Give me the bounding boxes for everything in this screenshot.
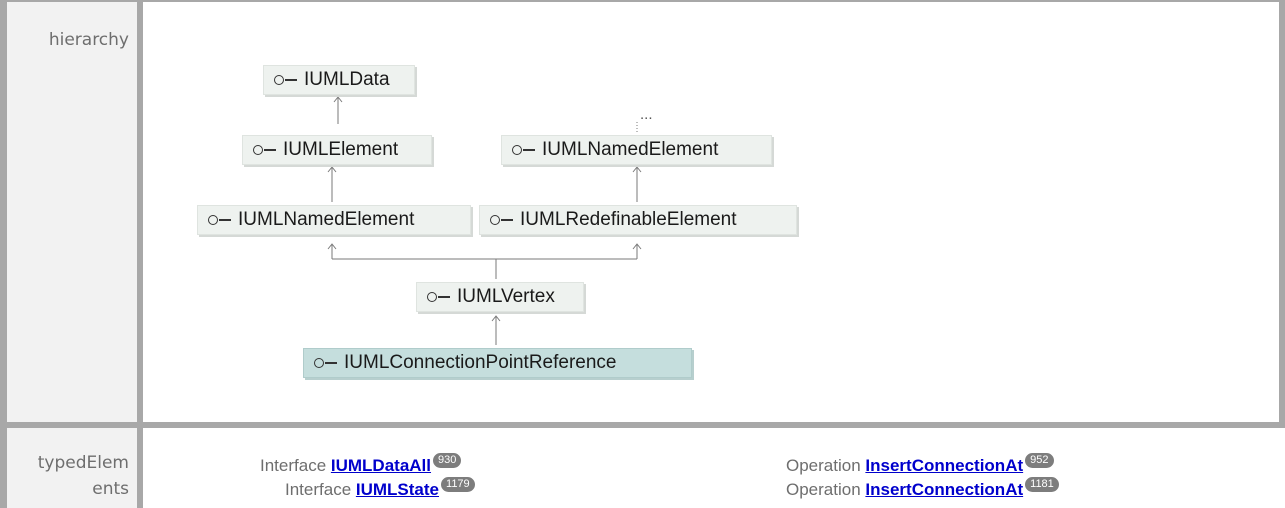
node-label: IUMLData <box>304 69 390 90</box>
node-label: IUMLNamedElement <box>238 209 415 230</box>
node-label: IUMLVertex <box>457 286 555 307</box>
more-ellipsis: ... <box>640 106 653 123</box>
node-iumlconnectionpointreference[interactable]: IUMLConnectionPointReference <box>303 348 692 378</box>
count-badge: 930 <box>433 453 462 468</box>
typed-element-row: Interface IUMLDataAll 930 <box>260 453 462 476</box>
typed-element-row: Operation InsertConnectionAt 1181 <box>786 477 1059 500</box>
typed-link[interactable]: InsertConnectionAt <box>865 456 1023 475</box>
count-badge: 1181 <box>1025 477 1059 492</box>
count-badge: 952 <box>1025 453 1054 468</box>
interface-icon <box>274 74 298 86</box>
interface-icon <box>427 291 451 303</box>
typed-kind: Interface <box>260 456 327 475</box>
interface-icon <box>253 144 277 156</box>
count-badge: 1179 <box>441 477 475 492</box>
typed-kind: Operation <box>786 456 861 475</box>
interface-icon <box>512 144 536 156</box>
node-iumlnamedelement-right[interactable]: IUMLNamedElement <box>501 135 772 165</box>
typed-link[interactable]: InsertConnectionAt <box>865 480 1023 499</box>
typed-kind: Interface <box>285 480 352 499</box>
typed-element-row: Operation InsertConnectionAt 952 <box>786 453 1054 476</box>
hierarchy-edges <box>327 96 642 345</box>
typed-link[interactable]: IUMLDataAll <box>331 456 431 475</box>
node-iumlnamedelement-left[interactable]: IUMLNamedElement <box>197 205 471 235</box>
node-iumldata[interactable]: IUMLData <box>263 65 415 95</box>
typed-link[interactable]: IUMLState <box>356 480 439 499</box>
node-iumlredefinableelement[interactable]: IUMLRedefinableElement <box>479 205 797 235</box>
node-label: IUMLRedefinableElement <box>520 209 737 230</box>
interface-icon <box>314 357 338 369</box>
node-label: IUMLNamedElement <box>542 139 719 160</box>
node-iumlvertex[interactable]: IUMLVertex <box>416 282 584 312</box>
typed-element-row: Interface IUMLState 1179 <box>285 477 475 500</box>
interface-icon <box>490 214 514 226</box>
typed-kind: Operation <box>786 480 861 499</box>
node-iumlelement[interactable]: IUMLElement <box>242 135 432 165</box>
node-label: IUMLConnectionPointReference <box>344 352 617 373</box>
interface-icon <box>208 214 232 226</box>
node-label: IUMLElement <box>283 139 399 160</box>
